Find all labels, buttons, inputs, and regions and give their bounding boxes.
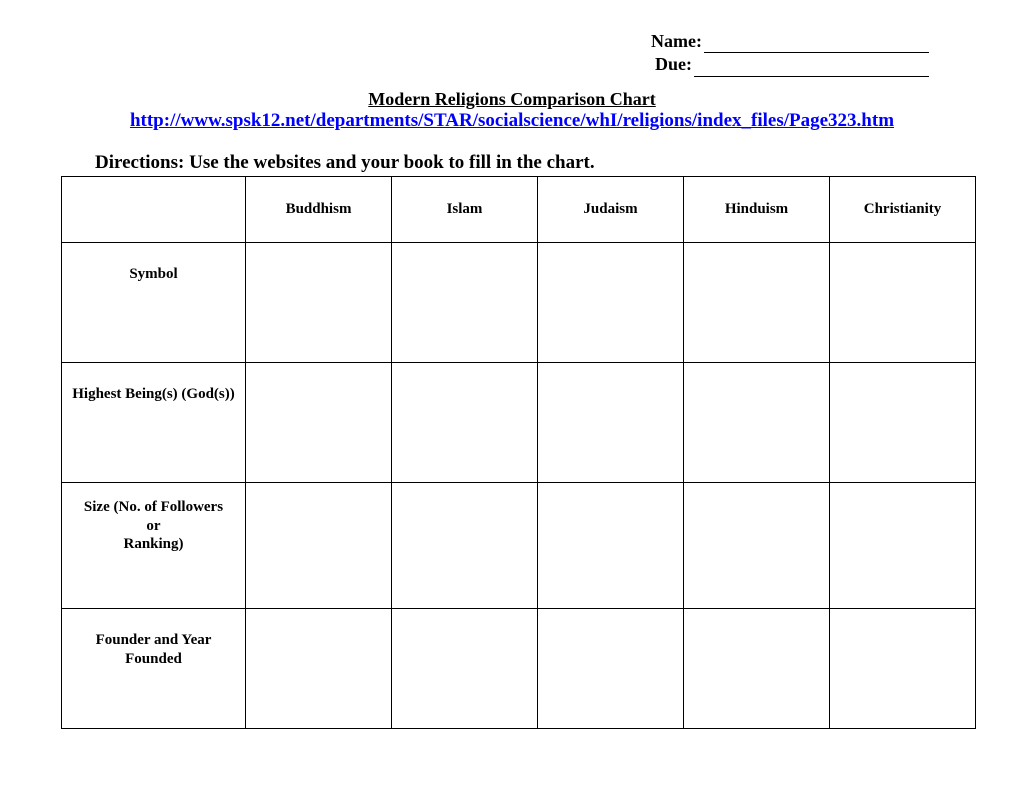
name-label: Name: (651, 31, 702, 51)
column-header: Islam (392, 176, 538, 242)
worksheet-title: Modern Religions Comparison Chart (60, 89, 964, 110)
table-cell (538, 608, 684, 728)
row-header: Symbol (62, 242, 246, 362)
table-row: Founder and Year Founded (62, 608, 976, 728)
table-cell (392, 242, 538, 362)
table-cell (684, 242, 830, 362)
table-cell (392, 362, 538, 482)
due-blank (694, 76, 929, 77)
title-section: Modern Religions Comparison Chart http:/… (60, 89, 964, 132)
table-header-row: Buddhism Islam Judaism Hinduism Christia… (62, 176, 976, 242)
row-header-line3: Ranking) (123, 536, 183, 552)
row-header: Highest Being(s) (God(s)) (62, 362, 246, 482)
comparison-chart-table: Buddhism Islam Judaism Hinduism Christia… (61, 176, 976, 729)
table-cell (830, 608, 976, 728)
column-header: Christianity (830, 176, 976, 242)
directions-text: Directions: Use the websites and your bo… (95, 152, 964, 174)
table-cell (392, 482, 538, 608)
table-cell (538, 362, 684, 482)
table-cell (830, 242, 976, 362)
table-cell (830, 362, 976, 482)
due-field: Due: (60, 53, 929, 76)
table-cell (538, 242, 684, 362)
table-cell (538, 482, 684, 608)
row-header: Founder and Year Founded (62, 608, 246, 728)
table-row: Size (No. of Followers or Ranking) (62, 482, 976, 608)
row-header-line2: or (146, 518, 160, 534)
table-cell (246, 362, 392, 482)
table-cell (684, 482, 830, 608)
table-cell (684, 362, 830, 482)
row-header: Size (No. of Followers or Ranking) (62, 482, 246, 608)
table-cell (246, 608, 392, 728)
column-header: Hinduism (684, 176, 830, 242)
table-row: Highest Being(s) (God(s)) (62, 362, 976, 482)
column-header: Judaism (538, 176, 684, 242)
table-row: Symbol (62, 242, 976, 362)
table-cell (246, 242, 392, 362)
table-cell (830, 482, 976, 608)
column-header: Buddhism (246, 176, 392, 242)
table-corner-cell (62, 176, 246, 242)
due-label: Due: (655, 54, 692, 74)
row-header-line1: Size (No. of Followers (84, 499, 223, 515)
table-cell (684, 608, 830, 728)
header-info: Name: Due: (60, 30, 964, 77)
resource-url-link[interactable]: http://www.spsk12.net/departments/STAR/s… (130, 110, 894, 131)
table-cell (246, 482, 392, 608)
name-field: Name: (60, 30, 929, 53)
table-cell (392, 608, 538, 728)
